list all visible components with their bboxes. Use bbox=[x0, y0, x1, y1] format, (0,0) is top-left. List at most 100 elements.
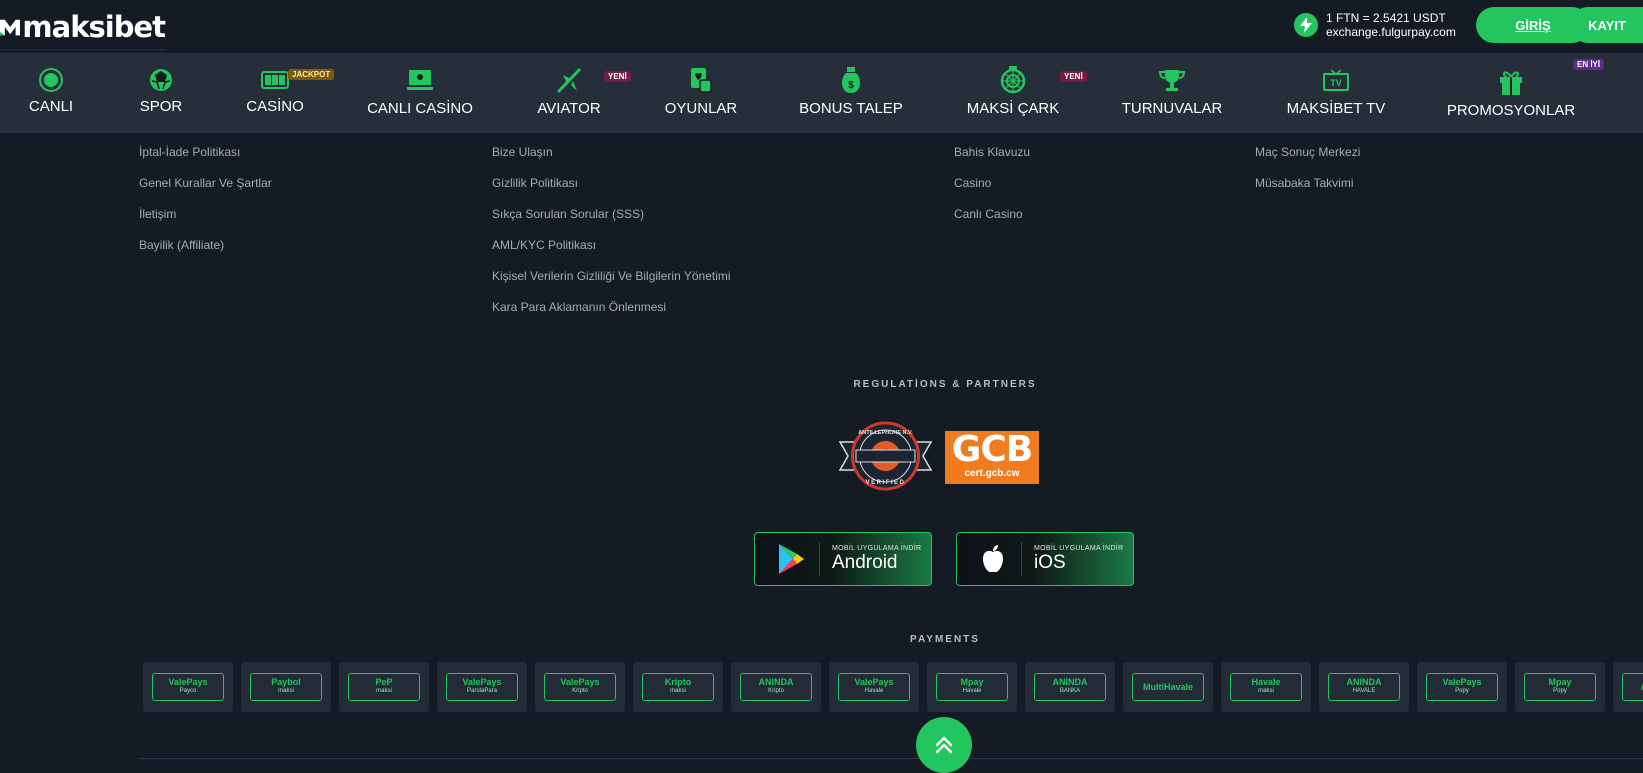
nav-item-aviator[interactable]: AVIATOR bbox=[537, 53, 601, 133]
footer-link[interactable]: Maç Sonuç Merkezi bbox=[1255, 145, 1360, 176]
payment-method-tile[interactable]: ANINDA Kripto bbox=[731, 662, 821, 712]
new-badge: YENİ bbox=[604, 71, 631, 82]
payment-name: Mpay bbox=[960, 677, 984, 687]
footer-link[interactable]: Müsabaka Takvimi bbox=[1255, 176, 1360, 207]
gift-icon bbox=[1498, 68, 1524, 96]
payment-method-tile[interactable]: ANINDA bbox=[1613, 662, 1643, 712]
footer-link[interactable]: Bize Ulaşın bbox=[492, 145, 731, 176]
nav-item-spor[interactable]: SPOR bbox=[135, 53, 187, 133]
footer-link[interactable]: Gizlilik Politikası bbox=[492, 176, 731, 207]
nav-item-bonus-talep[interactable]: $ BONUS TALEP bbox=[799, 53, 903, 133]
scroll-to-top-button[interactable] bbox=[916, 717, 972, 773]
footer-link[interactable]: İptal-İade Politikası bbox=[139, 145, 272, 176]
footer-link[interactable]: Casino bbox=[954, 176, 1030, 207]
nav-label: CANLI bbox=[28, 98, 74, 115]
exchange-rate: 1 FTN = 2.5421 USDT bbox=[1326, 11, 1446, 25]
google-play-icon bbox=[771, 539, 811, 579]
payment-method-tile[interactable]: ValePays Payco bbox=[143, 662, 233, 712]
footer-links-col-2: Bize Ulaşın Gizlilik Politikası Sıkça So… bbox=[492, 145, 731, 331]
nav-label: CANLI CASİNO bbox=[367, 100, 473, 117]
new-badge: YENİ bbox=[1060, 71, 1087, 82]
payment-method-tile[interactable]: ValePays Kripto bbox=[535, 662, 625, 712]
wheel-icon bbox=[1000, 66, 1026, 94]
logo-divider bbox=[0, 49, 165, 50]
payment-sub: ParolaPara bbox=[466, 688, 498, 694]
antillephone-seal[interactable]: ANTILLEPHONE N.V. VERIFIED bbox=[838, 420, 933, 492]
nav-label: MAKSİ ÇARK bbox=[966, 100, 1060, 117]
footer-link[interactable]: Bahis Klavuzu bbox=[954, 145, 1030, 176]
payment-sub: Popy bbox=[1455, 688, 1469, 694]
nav-item-promosyonlar[interactable]: PROMOSYONLAR bbox=[1447, 53, 1575, 133]
payment-sub: HAVALE bbox=[1352, 688, 1376, 694]
payment-method-tile[interactable]: Kripto maksi bbox=[633, 662, 723, 712]
footer-link[interactable]: Sıkça Sorulan Sorular (SSS) bbox=[492, 207, 731, 238]
exchange-text: 1 FTN = 2.5421 USDT exchange.fulgurpay.c… bbox=[1326, 11, 1456, 39]
ios-download-button[interactable]: MOBİL UYGULAMA İNDİR iOS bbox=[956, 532, 1134, 586]
footer-link[interactable]: Canlı Casino bbox=[954, 207, 1030, 238]
trophy-icon bbox=[1159, 66, 1185, 94]
app-divider bbox=[1021, 542, 1022, 576]
register-label: KAYIT bbox=[1588, 17, 1626, 33]
register-button[interactable]: KAYIT bbox=[1570, 7, 1643, 43]
footer-link[interactable]: AML/KYC Politikası bbox=[492, 238, 731, 269]
regulations-title: REGULATİONS & PARTNERS bbox=[853, 379, 1037, 390]
android-download-button[interactable]: MOBİL UYGULAMA İNDİR Android bbox=[754, 532, 932, 586]
payment-method-tile[interactable]: ValePays Popy bbox=[1417, 662, 1507, 712]
nav-item-maksi-cark[interactable]: MAKSİ ÇARK bbox=[966, 53, 1060, 133]
app-small-label: MOBİL UYGULAMA İNDİR bbox=[1034, 545, 1124, 552]
nav-label: CASİNO bbox=[246, 98, 304, 115]
payment-name: ANINDA bbox=[758, 677, 794, 687]
exchange-rate-widget[interactable]: 1 FTN = 2.5421 USDT exchange.fulgurpay.c… bbox=[1294, 11, 1456, 39]
payment-method-tile[interactable]: PeP maksi bbox=[339, 662, 429, 712]
nav-item-partial[interactable]: S bbox=[1636, 53, 1643, 133]
payment-method-tile[interactable]: Paybol maksi bbox=[241, 662, 331, 712]
payment-logo: MultiHavale bbox=[1132, 673, 1204, 701]
svg-text:$: $ bbox=[848, 80, 854, 91]
payment-method-tile[interactable]: MultiHavale bbox=[1123, 662, 1213, 712]
payment-logo: ANINDA Kripto bbox=[740, 673, 812, 701]
payment-method-tile[interactable]: ANINDA HAVALE bbox=[1319, 662, 1409, 712]
payment-method-tile[interactable]: ANINDA BANKA bbox=[1025, 662, 1115, 712]
payment-logo: Paybol maksi bbox=[250, 673, 322, 701]
brand-logo[interactable]: maksibet bbox=[0, 4, 166, 50]
apple-icon bbox=[973, 539, 1013, 579]
payment-method-tile[interactable]: Mpay Havale bbox=[927, 662, 1017, 712]
double-chevron-up-icon bbox=[935, 736, 953, 754]
app-platform-label: Android bbox=[832, 552, 898, 573]
money-bag-icon: $ bbox=[840, 66, 862, 94]
nav-item-maksibet-tv[interactable]: TV MAKSİBET TV bbox=[1287, 53, 1385, 133]
payment-method-tile[interactable]: Mpay Popy bbox=[1515, 662, 1605, 712]
gcb-certificate-badge[interactable]: GCB cert.gcb.cw bbox=[945, 431, 1039, 484]
slot-machine-icon bbox=[261, 66, 289, 94]
payment-sub: maksi bbox=[1258, 688, 1274, 694]
nav-label: SPOR bbox=[139, 98, 183, 115]
payment-method-tile[interactable]: Havale maksi bbox=[1221, 662, 1311, 712]
nav-item-turnuvalar[interactable]: TURNUVALAR bbox=[1122, 53, 1222, 133]
cards-icon bbox=[689, 66, 713, 94]
payment-method-tile[interactable]: ValePays Havale bbox=[829, 662, 919, 712]
nav-item-canli-casino[interactable]: CANLI CASİNO bbox=[367, 53, 473, 133]
footer-link[interactable]: Kara Para Aklamanın Önlenmesi bbox=[492, 300, 731, 331]
payment-sub: Havale bbox=[962, 688, 982, 694]
payment-logo: Mpay Popy bbox=[1524, 673, 1596, 701]
payment-name: Kripto bbox=[664, 677, 692, 687]
nav-item-casino[interactable]: CASİNO bbox=[246, 53, 304, 133]
footer-link[interactable]: Bayilik (Affiliate) bbox=[139, 238, 272, 269]
payment-name: ValePays bbox=[168, 677, 208, 687]
footer-link[interactable]: Kişisel Verilerin Gizliliği Ve Bilgileri… bbox=[492, 269, 731, 300]
payment-name: ValePays bbox=[560, 677, 600, 687]
payment-name: ValePays bbox=[462, 677, 502, 687]
footer-link[interactable]: İletişim bbox=[139, 207, 272, 238]
payment-sub: Popy bbox=[1553, 688, 1567, 694]
payment-sub: maksi bbox=[376, 688, 392, 694]
nav-item-oyunlar[interactable]: OYUNLAR bbox=[665, 53, 737, 133]
antillephone-top-text: ANTILLEPHONE N.V. bbox=[858, 430, 913, 436]
payment-name: Paybol bbox=[271, 677, 301, 687]
payment-method-tile[interactable]: ValePays ParolaPara bbox=[437, 662, 527, 712]
payment-name: MultiHavale bbox=[1142, 681, 1193, 692]
payments-title: PAYMENTS bbox=[910, 634, 980, 645]
payment-logo: ValePays ParolaPara bbox=[446, 673, 518, 701]
payment-sub: Kripto bbox=[768, 688, 784, 694]
nav-item-canli[interactable]: CANLI bbox=[22, 53, 80, 133]
footer-link[interactable]: Genel Kurallar Ve Şartlar bbox=[139, 176, 272, 207]
